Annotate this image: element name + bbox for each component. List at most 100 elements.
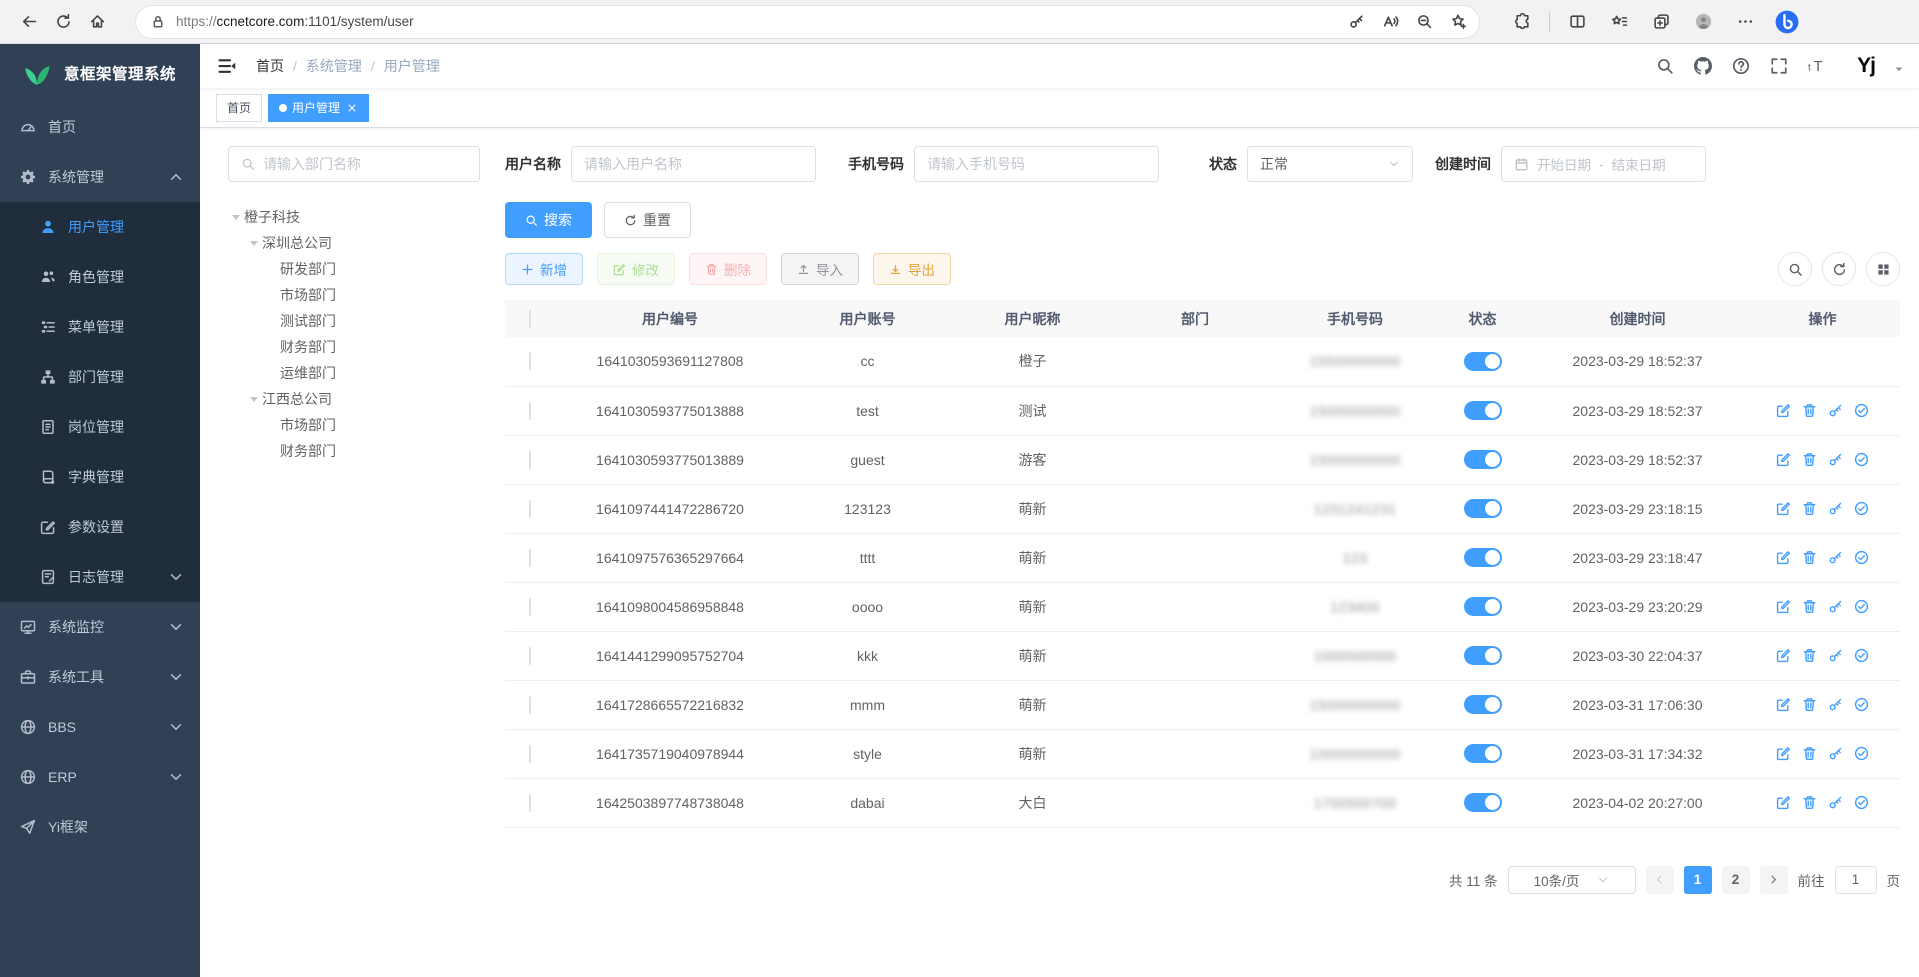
row-assign-role-button[interactable] [1854, 599, 1869, 614]
tree-node[interactable]: 运维部门 [228, 360, 480, 386]
row-reset-password-button[interactable] [1828, 403, 1843, 418]
app-logo[interactable]: 意框架管理系统 [0, 44, 200, 102]
prev-page-button[interactable] [1646, 866, 1674, 894]
password-key-icon[interactable] [1341, 8, 1371, 36]
tree-node[interactable]: 财务部门 [228, 334, 480, 360]
table-search-toggle-button[interactable] [1778, 252, 1812, 286]
row-edit-button[interactable] [1776, 795, 1791, 810]
row-reset-password-button[interactable] [1828, 697, 1843, 712]
sidebar-item-home[interactable]: 首页 [0, 102, 200, 152]
column-settings-button[interactable] [1866, 252, 1900, 286]
row-edit-button[interactable] [1776, 697, 1791, 712]
row-checkbox[interactable] [529, 598, 531, 616]
sidebar-item-bbs[interactable]: BBS [0, 702, 200, 752]
row-assign-role-button[interactable] [1854, 697, 1869, 712]
fullscreen-icon[interactable] [1765, 52, 1793, 80]
tree-node[interactable]: 市场部门 [228, 282, 480, 308]
sidebar-item-role-mgmt[interactable]: 角色管理 [0, 252, 200, 302]
row-checkbox[interactable] [529, 647, 531, 665]
status-toggle[interactable] [1464, 499, 1502, 518]
status-toggle[interactable] [1464, 401, 1502, 420]
row-checkbox[interactable] [529, 402, 531, 420]
page-number-1[interactable]: 1 [1684, 866, 1712, 894]
row-delete-button[interactable] [1802, 746, 1817, 761]
import-button[interactable]: 导入 [781, 253, 859, 285]
sidebar-item-param-settings[interactable]: 参数设置 [0, 502, 200, 552]
row-reset-password-button[interactable] [1828, 746, 1843, 761]
row-reset-password-button[interactable] [1828, 599, 1843, 614]
edit-button[interactable]: 修改 [597, 253, 675, 285]
row-assign-role-button[interactable] [1854, 550, 1869, 565]
split-screen-icon[interactable] [1560, 6, 1594, 38]
row-edit-button[interactable] [1776, 501, 1791, 516]
sidebar-item-dict-mgmt[interactable]: 字典管理 [0, 452, 200, 502]
row-edit-button[interactable] [1776, 746, 1791, 761]
favorite-add-icon[interactable] [1443, 8, 1473, 36]
breadcrumb-system[interactable]: 系统管理 [306, 56, 362, 76]
tree-node[interactable]: 江西总公司 [228, 386, 480, 412]
page-number-2[interactable]: 2 [1722, 866, 1750, 894]
row-reset-password-button[interactable] [1828, 550, 1843, 565]
sidebar-item-system-tools[interactable]: 系统工具 [0, 652, 200, 702]
font-size-icon[interactable]: tT [1803, 52, 1831, 80]
row-assign-role-button[interactable] [1854, 795, 1869, 810]
tree-expand-caret-icon[interactable] [246, 392, 262, 406]
username-input[interactable] [584, 156, 803, 172]
username-field[interactable] [571, 146, 816, 182]
table-refresh-button[interactable] [1822, 252, 1856, 286]
select-all-checkbox[interactable] [529, 310, 531, 328]
row-assign-role-button[interactable] [1854, 501, 1869, 516]
row-reset-password-button[interactable] [1828, 648, 1843, 663]
status-toggle[interactable] [1464, 646, 1502, 665]
phone-input[interactable] [927, 156, 1146, 172]
sidebar-item-dept-mgmt[interactable]: 部门管理 [0, 352, 200, 402]
row-checkbox[interactable] [529, 745, 531, 763]
more-options-icon[interactable] [1728, 6, 1762, 38]
sidebar-item-post-mgmt[interactable]: 岗位管理 [0, 402, 200, 452]
favorites-icon[interactable] [1602, 6, 1636, 38]
tree-expand-caret-icon[interactable] [228, 210, 244, 224]
status-toggle[interactable] [1464, 695, 1502, 714]
github-icon[interactable] [1689, 52, 1717, 80]
status-select[interactable]: 正常 [1247, 146, 1413, 182]
search-button[interactable]: 搜索 [505, 202, 592, 238]
tab-close-icon[interactable] [346, 102, 358, 114]
url-text[interactable]: https://ccnetcore.com:1101/system/user [176, 14, 1341, 29]
row-reset-password-button[interactable] [1828, 501, 1843, 516]
row-checkbox[interactable] [529, 352, 531, 370]
page-size-select[interactable]: 10条/页 [1508, 866, 1636, 894]
dept-search-field[interactable] [228, 146, 480, 182]
tree-node[interactable]: 测试部门 [228, 308, 480, 334]
row-edit-button[interactable] [1776, 550, 1791, 565]
row-assign-role-button[interactable] [1854, 648, 1869, 663]
tree-node[interactable]: 市场部门 [228, 412, 480, 438]
user-avatar[interactable]: Yj [1849, 49, 1883, 83]
row-delete-button[interactable] [1802, 599, 1817, 614]
tree-node[interactable]: 橙子科技 [228, 204, 480, 230]
export-button[interactable]: 导出 [873, 253, 951, 285]
status-toggle[interactable] [1464, 744, 1502, 763]
row-delete-button[interactable] [1802, 403, 1817, 418]
address-bar[interactable]: https://ccnetcore.com:1101/system/user [136, 6, 1479, 38]
tree-node[interactable]: 财务部门 [228, 438, 480, 464]
sidebar-item-log-mgmt[interactable]: 日志管理 [0, 552, 200, 602]
avatar-caret-down-icon[interactable] [1893, 63, 1905, 75]
status-toggle[interactable] [1464, 548, 1502, 567]
sidebar-item-menu-mgmt[interactable]: 菜单管理 [0, 302, 200, 352]
row-delete-button[interactable] [1802, 550, 1817, 565]
status-toggle[interactable] [1464, 450, 1502, 469]
tree-expand-caret-icon[interactable] [246, 236, 262, 250]
status-toggle[interactable] [1464, 597, 1502, 616]
dept-search-input[interactable] [263, 156, 467, 172]
reset-button[interactable]: 重置 [604, 202, 691, 238]
status-toggle[interactable] [1464, 793, 1502, 812]
tree-node[interactable]: 研发部门 [228, 256, 480, 282]
tree-node[interactable]: 深圳总公司 [228, 230, 480, 256]
row-delete-button[interactable] [1802, 795, 1817, 810]
row-checkbox[interactable] [529, 696, 531, 714]
breadcrumb-home[interactable]: 首页 [256, 56, 284, 76]
row-checkbox[interactable] [529, 451, 531, 469]
help-icon[interactable] [1727, 52, 1755, 80]
add-button[interactable]: 新增 [505, 253, 583, 285]
copilot-icon[interactable] [1770, 6, 1804, 38]
